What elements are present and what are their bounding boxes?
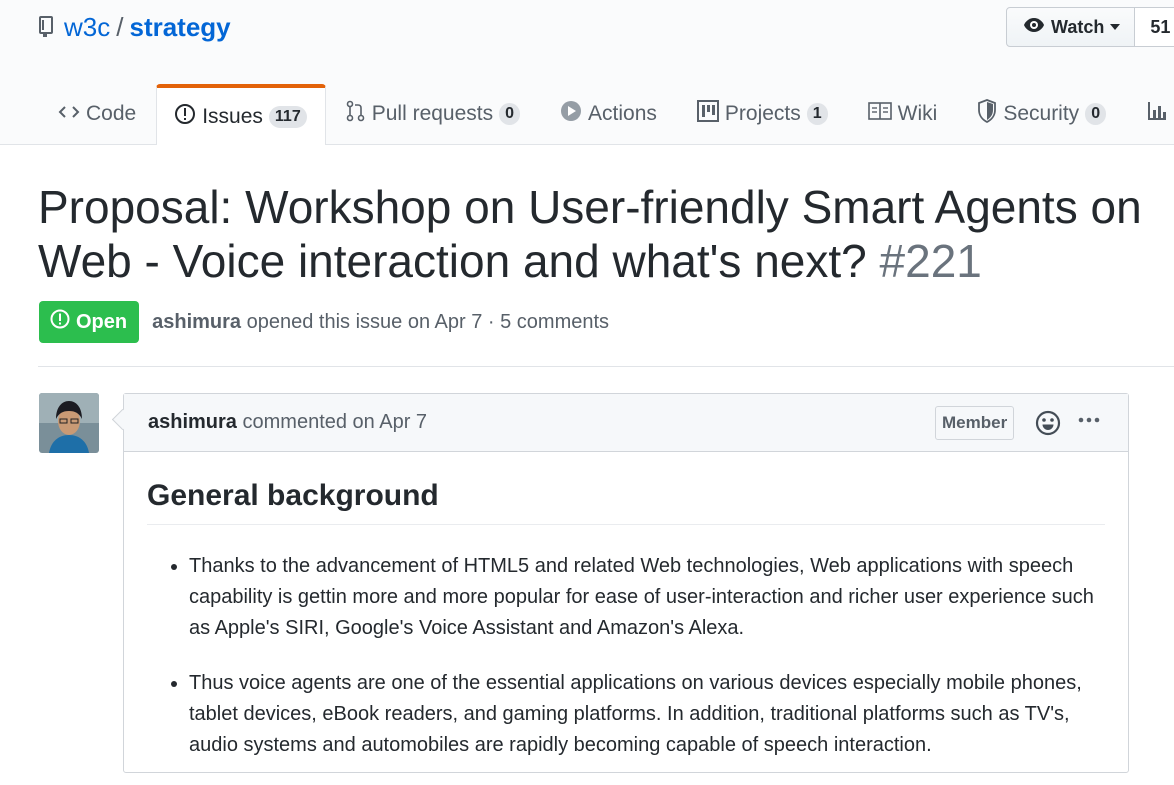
tab-label: Security <box>1003 102 1080 125</box>
tab-label: Wiki <box>897 102 938 125</box>
comment-author-link[interactable]: ashimura <box>148 411 237 433</box>
watch-label: Watch <box>1051 16 1105 37</box>
header-divider <box>38 366 1174 367</box>
repo-icon <box>38 12 54 46</box>
list-item: Thanks to the advancement of HTML5 and r… <box>189 551 1105 644</box>
tab-label: Pull requests <box>371 102 494 125</box>
tab-issues[interactable]: Issues 117 <box>156 84 326 145</box>
eye-icon <box>1023 17 1051 38</box>
issue-title-line-2: Web - Voice interaction and what's next? <box>38 235 867 287</box>
tab-security[interactable]: Security 0 <box>957 84 1126 144</box>
issue-title-line-1: Proposal: Workshop on User-friendly Smar… <box>38 181 1142 233</box>
watch-group: Watch 51 <box>1006 7 1174 47</box>
repo-title: w3c / strategy <box>38 10 231 46</box>
comment-heading: General background <box>147 452 1105 525</box>
tab-code[interactable]: Code <box>38 84 156 144</box>
tab-label: Code <box>86 102 137 125</box>
tab-label: Issues <box>202 104 263 128</box>
issue-opened-info: opened this issue on Apr 7 · 5 comments <box>246 310 610 333</box>
comment-author-line: ashimura commented on Apr 7 <box>148 411 427 434</box>
avatar[interactable] <box>39 393 99 453</box>
tab-pull-requests[interactable]: Pull requests 0 <box>326 84 540 144</box>
issue-number: #221 <box>879 235 982 287</box>
graph-icon <box>1146 100 1174 128</box>
comment-header: ashimura commented on Apr 7 Member <box>124 394 1128 452</box>
issue-opened-icon <box>174 103 202 131</box>
project-icon <box>696 100 725 128</box>
status-badge: Open <box>39 301 140 343</box>
status-label: Open <box>76 310 128 333</box>
issues-counter: 117 <box>268 105 307 128</box>
repo-separator: / <box>116 12 124 42</box>
comment-bullet-list: Thanks to the advancement of HTML5 and r… <box>147 551 1105 761</box>
smiley-icon[interactable] <box>1035 410 1061 441</box>
issue-meta: Open ashimura opened this issue on Apr 7… <box>39 301 609 343</box>
security-counter: 0 <box>1085 103 1107 125</box>
repo-name-link[interactable]: strategy <box>129 12 230 42</box>
kebab-horizontal-icon[interactable] <box>1077 412 1101 433</box>
git-pull-request-icon <box>346 100 372 128</box>
issue-author-link[interactable]: ashimura <box>152 311 241 333</box>
projects-counter: 1 <box>806 103 828 125</box>
issue-meta-text: ashimura opened this issue on Apr 7 · 5 … <box>152 311 609 334</box>
issue-title: Proposal: Workshop on User-friendly Smar… <box>38 180 1174 288</box>
watch-button[interactable]: Watch <box>1006 7 1136 47</box>
code-icon <box>58 102 86 126</box>
pull-requests-counter: 0 <box>499 103 521 125</box>
watch-count-link[interactable]: 51 <box>1135 7 1174 47</box>
book-icon <box>867 102 898 126</box>
tab-wiki[interactable]: Wiki <box>848 84 958 144</box>
chevron-down-icon <box>1110 24 1121 30</box>
comment-body: General background Thanks to the advance… <box>147 452 1105 785</box>
shield-icon <box>977 99 1003 129</box>
comment-timestamp[interactable]: commented on Apr 7 <box>243 411 428 433</box>
tab-actions[interactable]: Actions <box>540 84 677 144</box>
comment: ashimura commented on Apr 7 Member Gener… <box>123 393 1129 773</box>
tab-projects[interactable]: Projects 1 <box>677 84 848 144</box>
tab-label: Projects <box>724 102 801 125</box>
repo-owner-link[interactable]: w3c <box>64 12 110 42</box>
play-icon <box>560 100 588 128</box>
tab-label: Actions <box>588 102 657 125</box>
issue-opened-icon <box>50 309 76 335</box>
repo-nav-tabs: Code Issues 117 Pull requests 0 Actions … <box>38 84 1174 145</box>
member-badge: Member <box>935 406 1015 440</box>
tab-insights[interactable] <box>1126 84 1174 144</box>
list-item: Thus voice agents are one of the essenti… <box>189 668 1105 761</box>
repo-header: w3c / strategy Watch 51 Code Issues 117 Pu… <box>0 0 1174 145</box>
